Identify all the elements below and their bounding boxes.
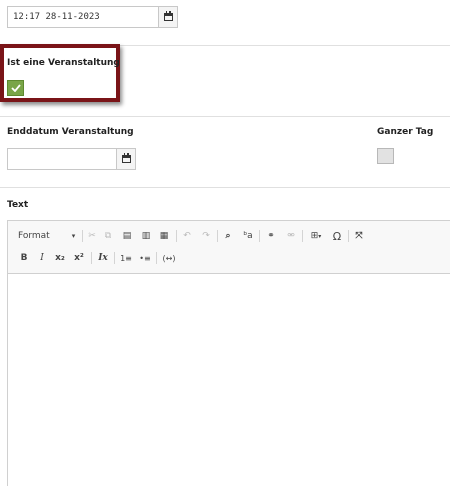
end-date-label: Enddatum Veranstaltung	[7, 127, 134, 137]
dropdown-arrow-icon: ▾	[71, 232, 76, 240]
checkmark-icon	[10, 84, 21, 92]
maximize-icon[interactable]: ⤧	[352, 229, 366, 243]
undo-icon[interactable]: ↶	[181, 229, 193, 243]
calendar-icon	[163, 11, 173, 21]
italic-button[interactable]: I	[36, 251, 48, 265]
all-day-checkbox[interactable]	[377, 148, 394, 164]
bulleted-list-button[interactable]: •≡	[138, 251, 152, 265]
datetime-calendar-button[interactable]	[158, 6, 178, 28]
editor-toolbar: Format ▾ ✂ ⧉ ▤ ▥ ▦ ↶ ↷ ⌕ ᵇa ⚭ ⚮ ⊞ ▾ Ω ⤧ B…	[8, 221, 450, 274]
subscript-button[interactable]: x₂	[52, 251, 68, 265]
special-char-icon[interactable]: Ω	[331, 229, 343, 243]
numbered-list-button[interactable]: 1≡	[119, 251, 133, 265]
event-checkbox[interactable]	[7, 80, 24, 96]
all-day-label: Ganzer Tag	[377, 127, 434, 137]
format-dropdown[interactable]: Format ▾	[18, 229, 80, 243]
superscript-button[interactable]: x²	[71, 251, 87, 265]
paste-icon[interactable]: ▤	[121, 229, 133, 243]
bold-button[interactable]: B	[18, 251, 30, 265]
calendar-icon	[121, 153, 131, 163]
event-checkbox-label: Ist eine Veranstaltung	[7, 58, 120, 68]
editor-content-area[interactable]	[8, 274, 450, 486]
remove-format-button[interactable]: Ix	[96, 251, 110, 265]
end-date-calendar-button[interactable]	[116, 148, 136, 170]
end-date-input[interactable]	[7, 148, 117, 170]
soft-hyphen-button[interactable]: (↔)	[160, 251, 178, 265]
unlink-icon[interactable]: ⚮	[284, 229, 298, 243]
copy-icon[interactable]: ⧉	[102, 229, 114, 243]
divider	[0, 116, 450, 117]
datetime-input[interactable]: 12:17 28-11-2023	[7, 6, 159, 28]
paste-text-icon[interactable]: ▥	[140, 229, 152, 243]
paste-word-icon[interactable]: ▦	[158, 229, 170, 243]
rich-text-editor: Format ▾ ✂ ⧉ ▤ ▥ ▦ ↶ ↷ ⌕ ᵇa ⚭ ⚮ ⊞ ▾ Ω ⤧ B…	[7, 220, 450, 486]
format-label: Format	[18, 231, 50, 241]
cut-icon[interactable]: ✂	[86, 229, 98, 243]
find-icon[interactable]: ⌕	[222, 229, 234, 243]
table-icon[interactable]: ⊞ ▾	[307, 229, 325, 243]
link-icon[interactable]: ⚭	[264, 229, 278, 243]
redo-icon[interactable]: ↷	[200, 229, 212, 243]
text-label: Text	[7, 200, 29, 210]
replace-icon[interactable]: ᵇa	[241, 229, 255, 243]
divider	[0, 187, 450, 188]
